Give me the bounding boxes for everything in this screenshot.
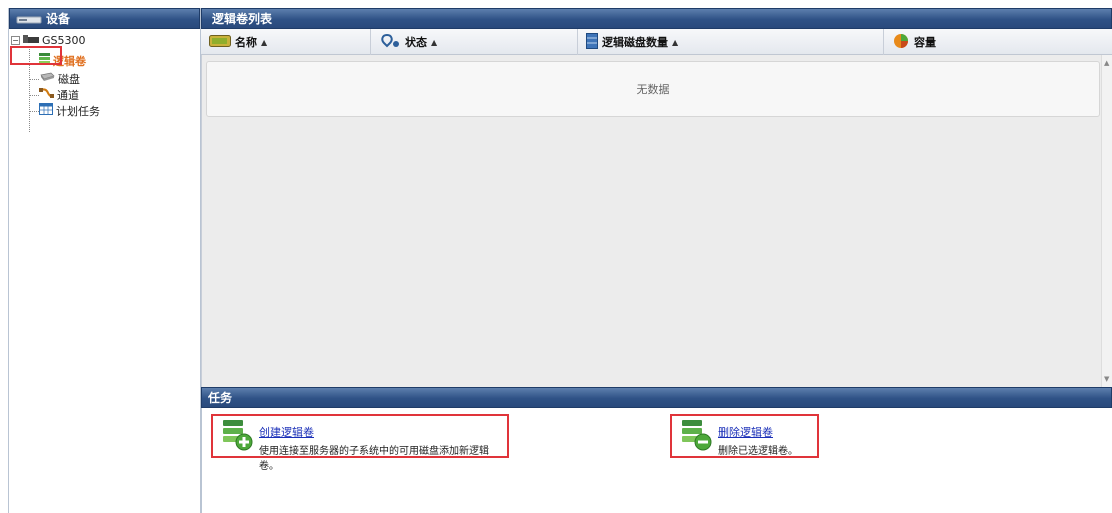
empty-state: 无数据 (206, 61, 1100, 117)
task-create-volume[interactable]: 创建逻辑卷 使用连接至服务器的子系统中的可用磁盘添加新逻辑卷。 (211, 414, 509, 472)
calendar-icon (39, 103, 53, 118)
selected-item-highlight (10, 46, 62, 65)
task-area: 创建逻辑卷 使用连接至服务器的子系统中的可用磁盘添加新逻辑卷。 删除逻辑卷 删除… (201, 408, 1112, 513)
tree-item-label: 磁盘 (58, 72, 80, 86)
channel-icon (39, 87, 54, 102)
sort-asc-icon[interactable]: ▲ (261, 38, 267, 47)
create-volume-link[interactable]: 创建逻辑卷 (259, 424, 501, 440)
tree-item-scheduled-task[interactable]: 计划任务 (39, 103, 100, 118)
device-panel-title: 设备 (46, 12, 71, 26)
task-panel-title: 任务 (208, 391, 233, 405)
column-label: 容量 (914, 36, 936, 49)
scroll-down-icon[interactable]: ▼ (1104, 375, 1109, 383)
volume-list-title: 逻辑卷列表 (212, 12, 273, 26)
device-panel-header: 设备 (9, 8, 200, 29)
name-icon (209, 34, 231, 51)
disk-count-icon (586, 32, 598, 52)
column-label: 逻辑磁盘数量 (602, 36, 668, 49)
column-header-name[interactable]: 名称 ▲ (201, 29, 371, 55)
volume-list-header: 逻辑卷列表 (201, 8, 1112, 29)
column-label: 名称 (235, 36, 257, 49)
column-header-row: 名称 ▲ 状态 ▲ 逻辑磁盘数量 ▲ 容量 (201, 29, 1112, 55)
capacity-pie-icon (892, 33, 910, 52)
empty-state-text: 无数据 (636, 83, 670, 96)
tree-item-label: 通道 (57, 88, 79, 102)
device-icon (16, 14, 42, 24)
device-panel: 设备 − GS5300 逻辑卷 磁盘 通道 计划任务 (8, 8, 201, 513)
task-delete-volume[interactable]: 删除逻辑卷 删除已选逻辑卷。 (670, 414, 819, 458)
add-volume-icon (221, 418, 253, 455)
column-header-status[interactable]: 状态 ▲ (371, 29, 578, 55)
delete-volume-desc: 删除已选逻辑卷。 (718, 446, 798, 457)
sort-asc-icon[interactable]: ▲ (672, 38, 678, 47)
tree-item-disk[interactable]: 磁盘 (39, 71, 80, 86)
vertical-scrollbar[interactable]: ▲ ▼ (1101, 55, 1112, 387)
column-label: 状态 (405, 36, 427, 49)
tree-item-label: 计划任务 (56, 104, 100, 118)
column-header-disk-count[interactable]: 逻辑磁盘数量 ▲ (578, 29, 884, 55)
column-header-capacity[interactable]: 容量 (884, 29, 1112, 55)
task-panel-header: 任务 (201, 387, 1112, 408)
create-volume-desc: 使用连接至服务器的子系统中的可用磁盘添加新逻辑卷。 (259, 446, 489, 472)
status-icon (379, 33, 401, 52)
device-tree: − GS5300 逻辑卷 磁盘 通道 计划任务 (9, 29, 200, 132)
remove-volume-icon (680, 418, 712, 455)
tree-item-channel[interactable]: 通道 (39, 87, 79, 102)
sort-asc-icon[interactable]: ▲ (431, 38, 437, 47)
disk-icon (39, 72, 55, 85)
collapse-icon[interactable]: − (11, 36, 20, 45)
volume-list-grid[interactable]: 无数据 (201, 55, 1112, 387)
delete-volume-link[interactable]: 删除逻辑卷 (718, 424, 798, 440)
main-panel: 逻辑卷列表 名称 ▲ 状态 ▲ 逻辑磁盘数量 ▲ 容量 无数据 ▲ ▼ 任务 创… (201, 8, 1112, 513)
scroll-up-icon[interactable]: ▲ (1104, 59, 1109, 67)
